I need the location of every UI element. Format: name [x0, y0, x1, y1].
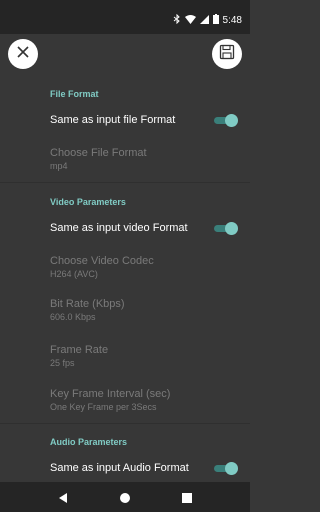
same-as-input-audio-format-label: Same as input Audio Format — [50, 462, 189, 474]
frame-rate-label[interactable]: Frame Rate — [50, 344, 108, 356]
back-icon[interactable] — [57, 491, 69, 503]
bit-rate-label[interactable]: Bit Rate (Kbps) — [50, 298, 125, 310]
key-frame-interval-value: One Key Frame per 3Secs — [50, 402, 157, 412]
file-format-header: File Format — [50, 89, 99, 99]
frame-rate-value: 25 fps — [50, 358, 75, 368]
home-icon[interactable] — [119, 491, 131, 503]
divider — [0, 182, 250, 183]
choose-file-format-label[interactable]: Choose File Format — [50, 147, 147, 159]
wifi-icon — [184, 11, 196, 29]
audio-parameters-header: Audio Parameters — [50, 437, 128, 447]
signal-icon — [199, 11, 209, 29]
divider — [0, 423, 250, 424]
same-as-input-file-format-toggle[interactable] — [214, 114, 238, 127]
close-icon — [16, 45, 30, 64]
same-as-input-audio-format-toggle[interactable] — [214, 462, 238, 475]
same-as-input-file-format-label: Same as input file Format — [50, 114, 176, 126]
battery-icon — [212, 11, 219, 29]
bluetooth-icon — [173, 11, 181, 29]
same-as-input-video-format-label: Same as input video Format — [50, 222, 188, 234]
choose-video-codec-value: H264 (AVC) — [50, 269, 98, 279]
key-frame-interval-label[interactable]: Key Frame Interval (sec) — [50, 388, 170, 400]
status-bar: 5:48 — [0, 0, 250, 34]
save-button[interactable] — [212, 39, 242, 69]
bit-rate-value: 606.0 Kbps — [50, 312, 96, 322]
video-parameters-header: Video Parameters — [50, 197, 126, 207]
save-icon — [219, 44, 235, 65]
close-button[interactable] — [8, 39, 38, 69]
recents-icon[interactable] — [181, 491, 193, 503]
status-time: 5:48 — [222, 14, 242, 26]
choose-file-format-value: mp4 — [50, 161, 68, 171]
same-as-input-video-format-toggle[interactable] — [214, 222, 238, 235]
choose-video-codec-label[interactable]: Choose Video Codec — [50, 255, 154, 267]
navigation-bar — [0, 482, 250, 512]
